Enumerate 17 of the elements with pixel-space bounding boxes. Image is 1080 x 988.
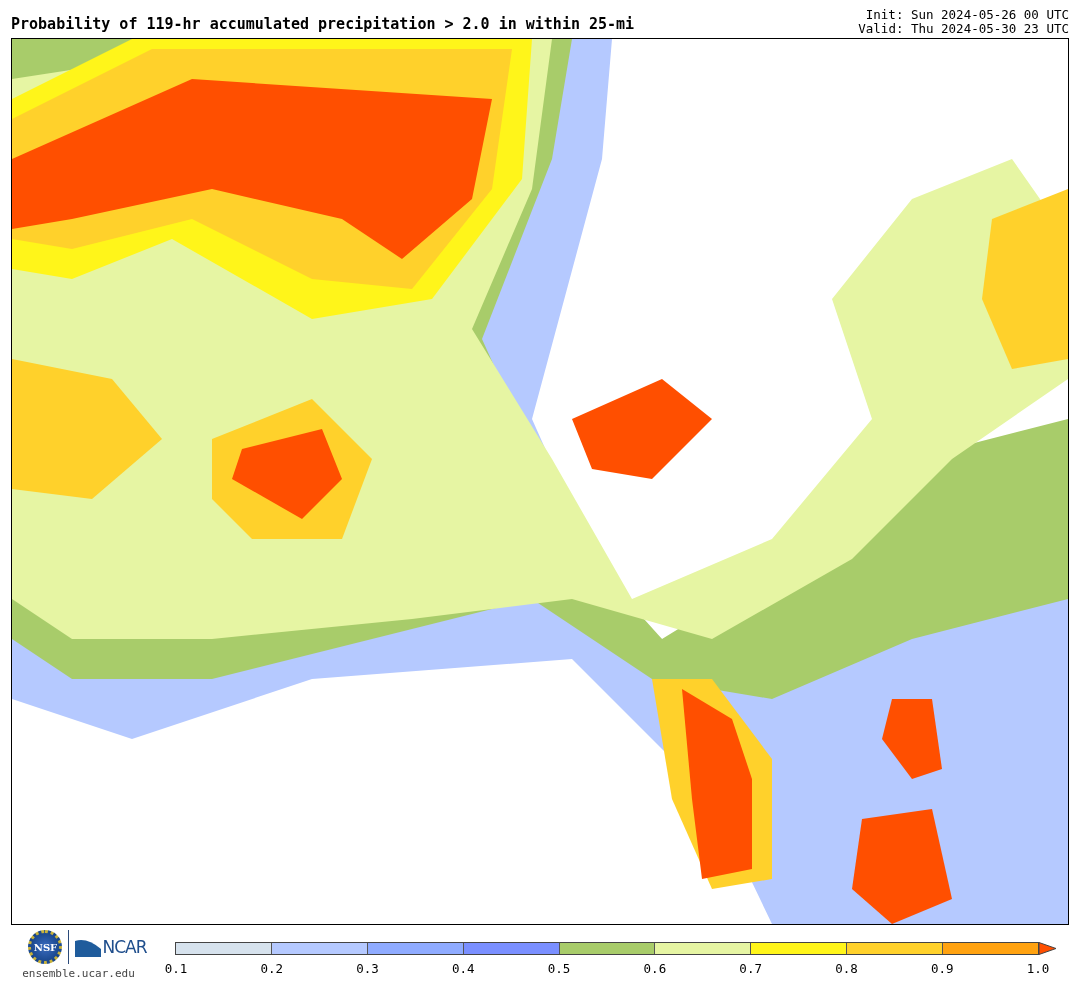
colorbar-tick-label: 0.5 [547,961,571,976]
nsf-logo: NSF [28,930,63,964]
colorbar-tick-label: 0.4 [452,961,475,976]
website-url: ensemble.ucar.edu [22,967,135,980]
colorbar-tick-label: 0.7 [739,961,762,976]
colorbar-tick-label: 0.9 [930,961,954,976]
colorbar-tick-label: 0.3 [356,961,379,976]
ncar-logo-text: NCAR [102,937,147,957]
init-time: Init: Sun 2024-05-26 00 UTC [865,8,1069,22]
colorbar-tick-label: 0.8 [835,961,858,976]
colorbar-tick-label: 0.2 [260,961,284,976]
colorbar-tick-label: 0.6 [643,961,667,976]
colorbar-tick-label: 1.0 [1026,961,1050,976]
colorbar-tick-label: 0.1 [164,961,188,976]
chart-title: Probability of 119-hr accumulated precipitation > 2.0 in within 25-mi [11,15,635,35]
valid-time: Valid: Thu 2024-05-30 23 UTC [858,22,1069,36]
ncar-logo-icon [75,937,102,957]
